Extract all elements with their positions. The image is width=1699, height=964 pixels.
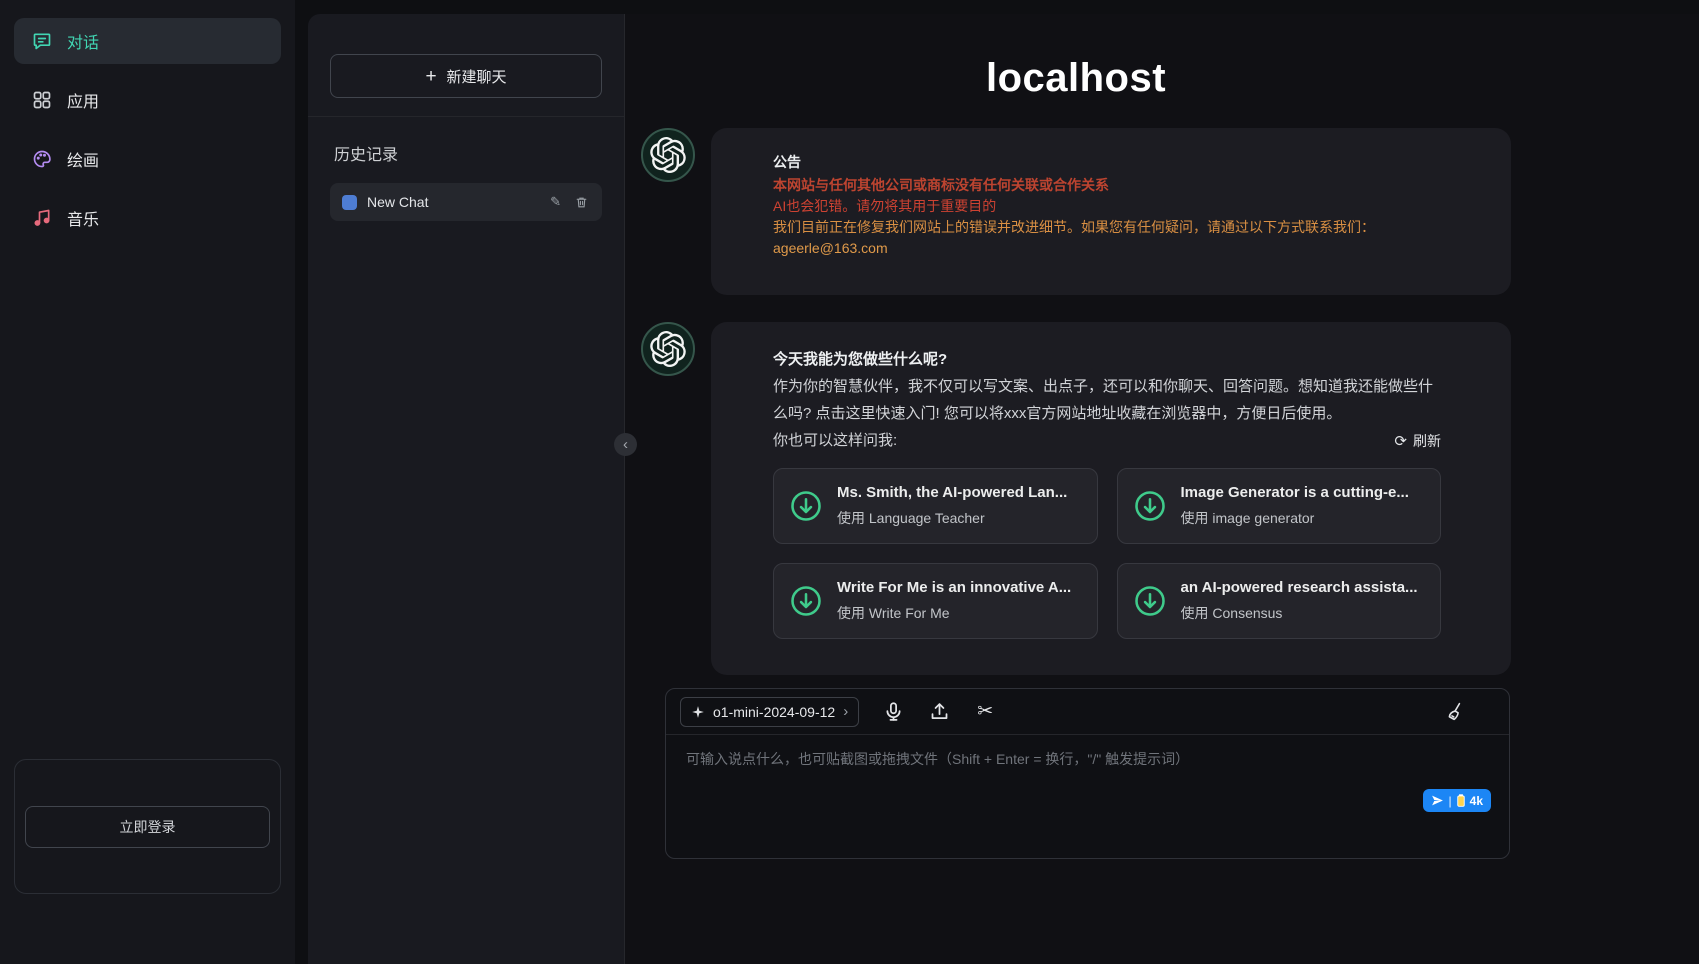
suggestion-title: Image Generator is a cutting-e...	[1181, 484, 1409, 501]
suggestion-grid: Ms. Smith, the AI-powered Lan... 使用 Lang…	[773, 468, 1441, 639]
chevron-left-icon: ‹	[623, 437, 628, 452]
suggestion-subtitle: 使用 Consensus	[1181, 603, 1418, 623]
suggestion-card[interactable]: Ms. Smith, the AI-powered Lan... 使用 Lang…	[773, 468, 1098, 544]
suggestion-title: Write For Me is an innovative A...	[837, 579, 1071, 596]
divider-glyph: |	[1449, 794, 1452, 808]
upload-button[interactable]	[927, 700, 951, 724]
sidebar-item-label: 对话	[67, 29, 99, 53]
workspace: + 新建聊天 历史记录 New Chat ✎ localhost	[308, 14, 1699, 964]
battery-icon	[1457, 794, 1465, 807]
edit-icon[interactable]: ✎	[548, 194, 563, 210]
token-count: 4k	[1470, 794, 1483, 808]
grid-icon	[32, 90, 52, 110]
welcome-title: 今天我能为您做些什么呢?	[773, 346, 1441, 373]
suggestion-card[interactable]: an AI-powered research assista... 使用 Con…	[1117, 563, 1442, 639]
scissors-button[interactable]: ✂	[973, 700, 997, 724]
model-icon	[691, 705, 705, 719]
sidebar: 对话 应用 绘画 音乐 立即登录	[0, 0, 295, 964]
suggestion-subtitle: 使用 image generator	[1181, 508, 1409, 528]
chevron-right-icon: ›	[843, 703, 848, 720]
circle-arrow-icon	[788, 488, 824, 524]
suggestion-text: Image Generator is a cutting-e... 使用 ima…	[1181, 484, 1409, 528]
palette-icon	[32, 149, 52, 169]
assistant-avatar	[641, 322, 695, 376]
ask-hint-row: 你也可以这样问我: ⟳ 刷新	[773, 427, 1441, 454]
sidebar-item-apps[interactable]: 应用	[14, 77, 281, 123]
chat-item-icon	[342, 195, 357, 210]
announcement-line: 本网站与任何其他公司或商标没有任何关联或合作关系	[773, 175, 1441, 196]
message-input[interactable]	[666, 735, 1509, 813]
suggestion-card[interactable]: Image Generator is a cutting-e... 使用 ima…	[1117, 468, 1442, 544]
composer: o1-mini-2024-09-12 › ✂	[665, 688, 1510, 859]
plus-icon: +	[425, 67, 436, 86]
message-row: 公告 本网站与任何其他公司或商标没有任何关联或合作关系 AI也会犯错。请勿将其用…	[641, 128, 1511, 295]
suggestion-card[interactable]: Write For Me is an innovative A... 使用 Wr…	[773, 563, 1098, 639]
refresh-icon: ⟳	[1394, 432, 1407, 450]
suggestion-text: Write For Me is an innovative A... 使用 Wr…	[837, 579, 1071, 623]
sidebar-item-label: 绘画	[67, 147, 99, 171]
chat-main: localhost 公告 本网站与任何其他公司或商标没有任何关联或合作关系 AI…	[625, 14, 1699, 964]
composer-toolbar: o1-mini-2024-09-12 › ✂	[666, 689, 1509, 735]
page-title: localhost	[641, 56, 1511, 101]
sidebar-footer: 立即登录	[14, 759, 281, 894]
conversation-panel: + 新建聊天 历史记录 New Chat ✎	[308, 14, 625, 964]
message-row: 今天我能为您做些什么呢? 作为你的智慧伙伴，我不仅可以写文案、出点子，还可以和你…	[641, 322, 1511, 675]
sidebar-item-music[interactable]: 音乐	[14, 195, 281, 241]
history-item[interactable]: New Chat ✎	[330, 183, 602, 221]
new-chat-button[interactable]: + 新建聊天	[330, 54, 602, 98]
clear-context-broom-button[interactable]	[1443, 700, 1467, 724]
suggestion-title: Ms. Smith, the AI-powered Lan...	[837, 484, 1067, 501]
chat-icon	[32, 31, 52, 51]
suggestion-subtitle: 使用 Language Teacher	[837, 508, 1067, 528]
suggestion-text: an AI-powered research assista... 使用 Con…	[1181, 579, 1418, 623]
welcome-body: 作为你的智慧伙伴，我不仅可以写文案、出点子，还可以和你聊天、回答问题。想知道我还…	[773, 373, 1441, 427]
model-selector[interactable]: o1-mini-2024-09-12 ›	[680, 697, 859, 727]
assistant-avatar	[641, 128, 695, 182]
chat-content: localhost 公告 本网站与任何其他公司或商标没有任何关联或合作关系 AI…	[641, 56, 1511, 859]
send-icon	[1431, 794, 1444, 807]
suggestion-text: Ms. Smith, the AI-powered Lan... 使用 Lang…	[837, 484, 1067, 528]
refresh-button[interactable]: ⟳ 刷新	[1394, 431, 1441, 451]
announcement-line: AI也会犯错。请勿将其用于重要目的	[773, 196, 1441, 217]
history-title: 历史记录	[334, 141, 602, 165]
divider	[308, 116, 624, 117]
login-button[interactable]: 立即登录	[25, 806, 270, 848]
suggestion-subtitle: 使用 Write For Me	[837, 603, 1071, 623]
announcement-line: 我们目前正在修复我们网站上的错误并改进细节。如果您有任何疑问，请通过以下方式联系…	[773, 217, 1441, 238]
new-chat-label: 新建聊天	[447, 66, 507, 87]
sidebar-item-label: 应用	[67, 88, 99, 112]
circle-arrow-icon	[1132, 583, 1168, 619]
welcome-message: 今天我能为您做些什么呢? 作为你的智慧伙伴，我不仅可以写文案、出点子，还可以和你…	[711, 322, 1511, 675]
suggestion-title: an AI-powered research assista...	[1181, 579, 1418, 596]
collapse-sidebar-button[interactable]: ‹	[614, 433, 637, 456]
announcement-title: 公告	[773, 152, 1441, 173]
send-token-badge[interactable]: | 4k	[1423, 789, 1491, 812]
circle-arrow-icon	[1132, 488, 1168, 524]
sidebar-item-drawing[interactable]: 绘画	[14, 136, 281, 182]
trash-icon[interactable]	[573, 196, 590, 209]
circle-arrow-icon	[788, 583, 824, 619]
sidebar-item-chat[interactable]: 对话	[14, 18, 281, 64]
contact-email-link[interactable]: ageerle@163.com	[773, 238, 1441, 259]
model-label: o1-mini-2024-09-12	[713, 704, 835, 720]
music-icon	[32, 208, 52, 228]
ask-hint: 你也可以这样问我:	[773, 427, 897, 454]
microphone-button[interactable]	[881, 700, 905, 724]
history-item-title: New Chat	[367, 194, 538, 210]
app-window: 对话 应用 绘画 音乐 立即登录 +	[0, 0, 1699, 964]
announcement-message: 公告 本网站与任何其他公司或商标没有任何关联或合作关系 AI也会犯错。请勿将其用…	[711, 128, 1511, 295]
sidebar-item-label: 音乐	[67, 206, 99, 230]
refresh-label: 刷新	[1413, 431, 1441, 451]
